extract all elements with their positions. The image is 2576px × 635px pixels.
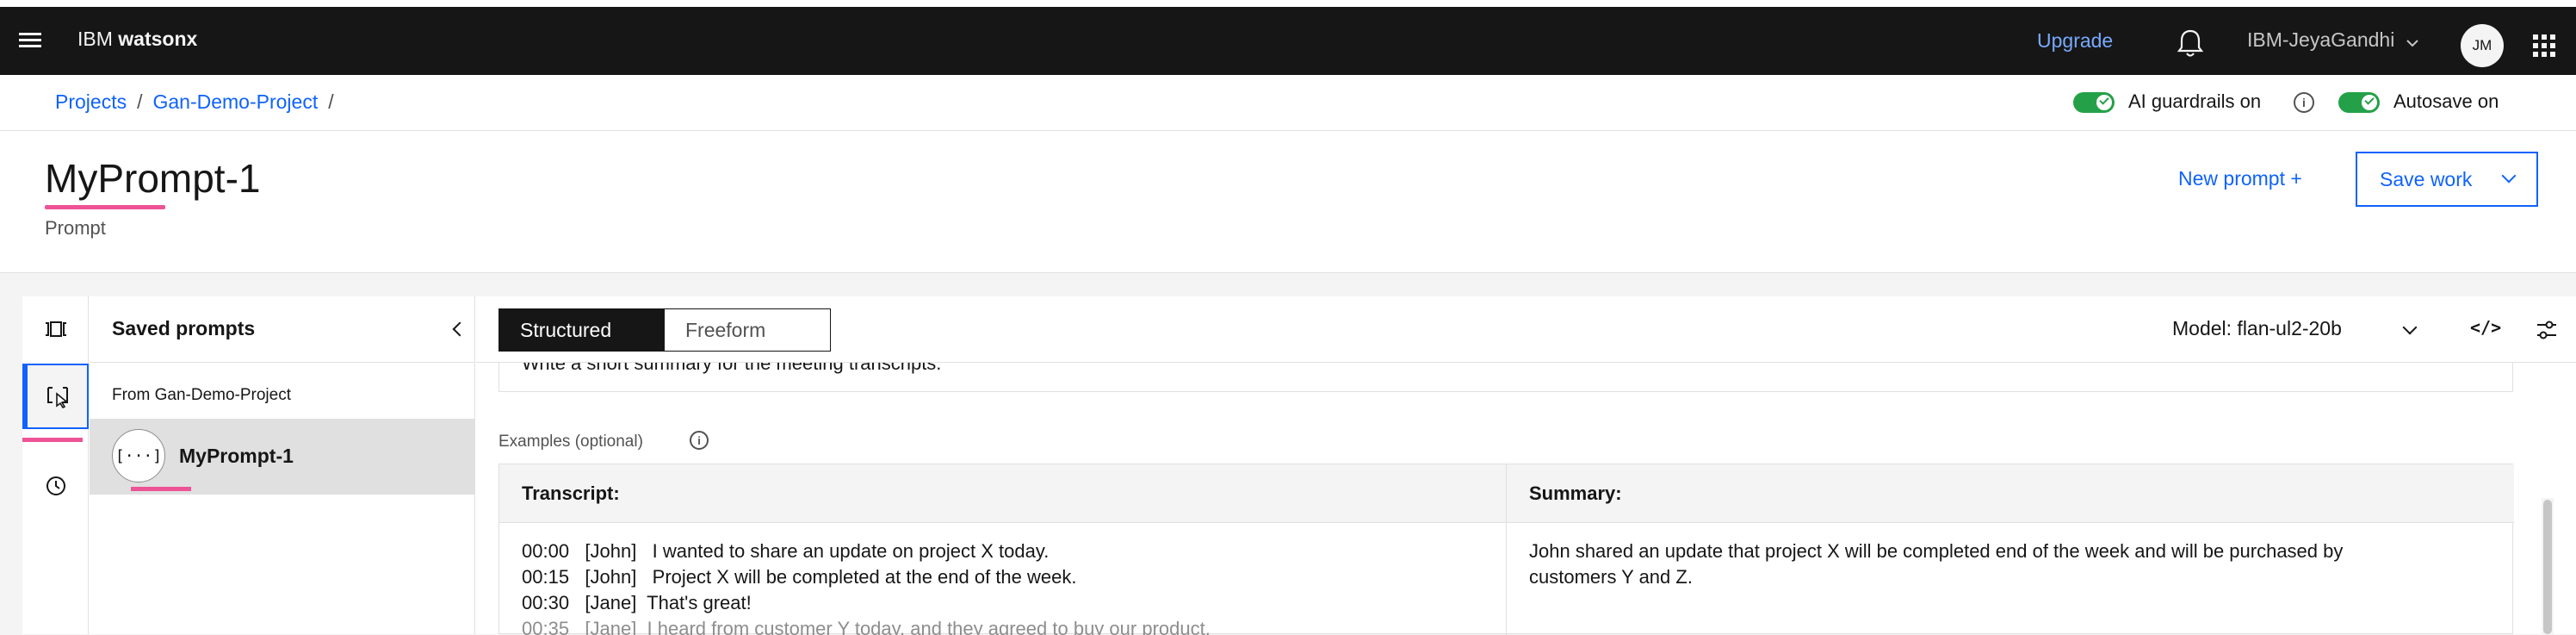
- saved-prompts-icon: [46, 387, 68, 409]
- transcript-line: 00:35 [Jane] I heard from customer Y tod…: [522, 618, 1211, 635]
- column-header-summary: Summary:: [1507, 464, 2514, 523]
- prompt-editor: Structured Freeform Model: flan-ul2-20b …: [476, 296, 2576, 635]
- instruction-text: Write a short summary for the meeting tr…: [522, 363, 942, 374]
- checkmark-icon: [2099, 95, 2109, 105]
- saved-prompts-group-label: From Gan-Demo-Project: [112, 386, 291, 404]
- top-navigation-bar: IBM watsonx Upgrade IBM-JeyaGandhi JM: [0, 0, 2576, 75]
- examples-label: Examples (optional): [498, 433, 643, 451]
- history-icon: [46, 476, 65, 495]
- transcript-line: 00:30 [Jane] That's great!: [522, 592, 752, 613]
- saved-prompt-item[interactable]: [···] MyPrompt-1: [90, 419, 475, 495]
- rail-saved-prompts[interactable]: [22, 364, 89, 429]
- autosave-label: Autosave on: [2393, 90, 2499, 112]
- chevron-down-icon: [2501, 168, 2517, 184]
- chevron-down-icon[interactable]: [2406, 38, 2419, 48]
- page-title[interactable]: MyPrompt-1: [45, 155, 260, 202]
- transcript-cell[interactable]: 00:00 [John] I wanted to share an update…: [499, 523, 1507, 635]
- tab-freeform[interactable]: Freeform: [665, 309, 830, 351]
- model-selector[interactable]: Model: flan-ul2-20b: [2172, 317, 2342, 340]
- account-switcher[interactable]: IBM-JeyaGandhi: [2247, 28, 2394, 52]
- saved-prompts-title: Saved prompts: [112, 317, 256, 339]
- checkmark-icon: [2364, 95, 2375, 105]
- editor-toolbar: Structured Freeform Model: flan-ul2-20b …: [476, 296, 2576, 363]
- settings-sliders-icon[interactable]: [2536, 319, 2558, 341]
- divider: [90, 362, 475, 363]
- breadcrumb-separator: /: [328, 90, 334, 113]
- prompt-workspace: Saved prompts From Gan-Demo-Project [···…: [22, 296, 2576, 635]
- code-icon[interactable]: </>: [2470, 317, 2501, 338]
- new-prompt-button[interactable]: New prompt +: [2178, 167, 2302, 190]
- instruction-input[interactable]: Write a short summary for the meeting tr…: [498, 363, 2513, 392]
- breadcrumb-separator: /: [137, 90, 143, 113]
- highlight-underline: [131, 487, 191, 491]
- breadcrumb: Projects / Gan-Demo-Project /: [55, 90, 344, 114]
- prompt-icon: [···]: [112, 429, 165, 482]
- rail-history[interactable]: [22, 453, 89, 519]
- save-work-button[interactable]: Save work: [2356, 152, 2538, 207]
- saved-prompts-panel: Saved prompts From Gan-Demo-Project [···…: [90, 296, 475, 634]
- chevron-down-icon[interactable]: [2402, 320, 2418, 335]
- summary-line: customers Y and Z.: [1529, 566, 1693, 588]
- notification-bell-icon[interactable]: [2175, 26, 2206, 60]
- avatar[interactable]: JM: [2461, 24, 2504, 67]
- side-panel-icon: [45, 321, 66, 337]
- autosave-toggle[interactable]: [2338, 92, 2380, 113]
- brand-name[interactable]: IBM watsonx: [77, 28, 197, 51]
- breadcrumb-project[interactable]: Gan-Demo-Project: [152, 90, 318, 113]
- summary-line: John shared an update that project X wil…: [1529, 540, 2344, 562]
- transcript-line: 00:00 [John] I wanted to share an update…: [522, 540, 1050, 562]
- info-icon[interactable]: i: [2294, 92, 2314, 113]
- collapse-chevron-icon[interactable]: [452, 321, 468, 337]
- page-subtitle: Prompt: [45, 217, 106, 239]
- mode-switcher: Structured Freeform: [498, 308, 831, 352]
- transcript-line: 00:15 [John] Project X will be completed…: [522, 566, 1077, 588]
- saved-prompt-name: MyPrompt-1: [179, 445, 294, 467]
- highlight-underline: [22, 438, 83, 442]
- save-work-label: Save work: [2380, 168, 2473, 190]
- upgrade-link[interactable]: Upgrade: [2037, 29, 2113, 53]
- breadcrumb-projects[interactable]: Projects: [55, 90, 127, 113]
- column-header-transcript: Transcript:: [499, 464, 1507, 523]
- prompt-header: MyPrompt-1 Prompt New prompt + Save work: [0, 131, 2576, 273]
- tab-structured[interactable]: Structured: [499, 309, 665, 351]
- rail-panel-toggle[interactable]: [22, 296, 89, 362]
- menu-icon[interactable]: [19, 29, 45, 55]
- scrollbar-thumb[interactable]: [2543, 500, 2552, 634]
- guardrails-toggle[interactable]: [2073, 92, 2115, 113]
- summary-cell[interactable]: John shared an update that project X wil…: [1507, 523, 2514, 635]
- examples-table: Transcript: Summary: 00:00 [John] I want…: [498, 464, 2514, 635]
- breadcrumb-bar: Projects / Gan-Demo-Project / AI guardrails…: [0, 75, 2576, 131]
- app-switcher-icon[interactable]: [2533, 34, 2555, 57]
- highlight-underline: [45, 205, 165, 209]
- side-rail: [22, 296, 89, 634]
- guardrails-label: AI guardrails on: [2128, 90, 2262, 112]
- info-icon[interactable]: i: [690, 431, 709, 450]
